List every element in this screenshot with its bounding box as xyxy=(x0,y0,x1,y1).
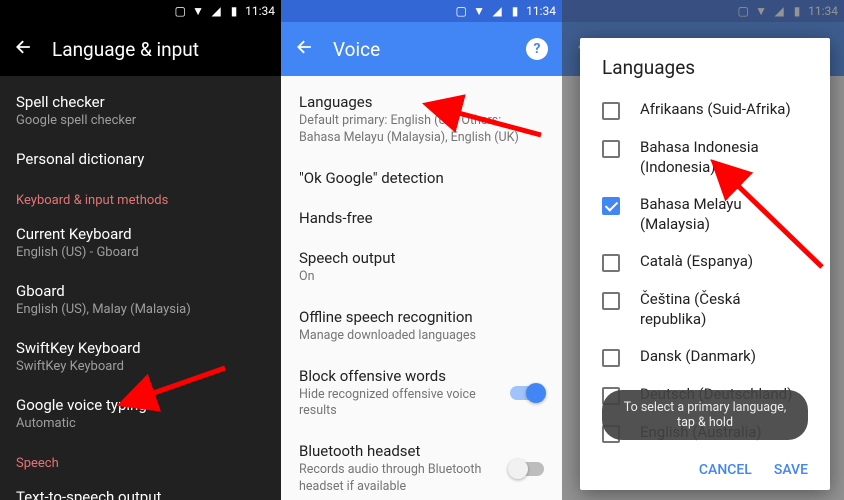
item-title: Block offensive words xyxy=(299,367,544,385)
status-bar: ▢ ▼ ◢ ▮ 11:34 xyxy=(0,0,281,22)
lang-cestina[interactable]: Čeština (Česká republika) xyxy=(580,281,830,338)
item-sub: Default primary: English (US) Others: Ba… xyxy=(299,113,544,147)
help-icon[interactable]: ? xyxy=(526,38,548,60)
wifi-icon: ▼ xyxy=(472,4,486,18)
languages-dialog: Languages Afrikaans (Suid-Afrika) Bahasa… xyxy=(580,38,830,490)
toggle-block-offensive[interactable] xyxy=(510,386,544,400)
item-sub: Manage downloaded languages xyxy=(299,328,544,345)
item-hands-free[interactable]: Hands-free xyxy=(281,198,562,238)
item-sub: English (US), Malay (Malaysia) xyxy=(16,302,265,317)
status-bar: ▢ ▼ ◢ ▮ 11:34 xyxy=(281,0,562,22)
item-title: SwiftKey Keyboard xyxy=(16,339,265,357)
checkbox[interactable] xyxy=(602,197,620,215)
save-button[interactable]: SAVE xyxy=(774,462,808,478)
item-title: Personal dictionary xyxy=(16,150,265,168)
lang-bahasa-indonesia[interactable]: Bahasa Indonesia (Indonesia) xyxy=(580,129,830,186)
toggle-bluetooth[interactable] xyxy=(510,462,544,476)
item-title: Gboard xyxy=(16,282,265,300)
item-title: Speech output xyxy=(299,249,544,267)
item-sub: English (US) - Gboard xyxy=(16,245,265,260)
page-title: Language & input xyxy=(52,38,199,61)
checkbox[interactable] xyxy=(602,349,620,367)
lang-catala[interactable]: Català (Espanya) xyxy=(580,243,830,281)
status-time: 11:34 xyxy=(245,4,275,18)
dialog-actions: CANCEL SAVE xyxy=(580,450,830,490)
item-title: Current Keyboard xyxy=(16,225,265,243)
item-title: Bluetooth headset xyxy=(299,442,544,460)
lang-label: Bahasa Indonesia (Indonesia) xyxy=(640,138,808,177)
back-icon[interactable] xyxy=(295,37,315,62)
lang-bahasa-melayu[interactable]: Bahasa Melayu (Malaysia) xyxy=(580,186,830,243)
item-languages[interactable]: Languages Default primary: English (US) … xyxy=(281,82,562,158)
lang-label: Čeština (Česká republika) xyxy=(640,290,808,329)
toolbar: Language & input xyxy=(0,22,281,76)
item-title: "Ok Google" detection xyxy=(299,169,544,187)
checkbox[interactable] xyxy=(602,102,620,120)
item-sub: On xyxy=(299,269,544,286)
dialog-title: Languages xyxy=(580,38,830,91)
lang-label: Català (Espanya) xyxy=(640,252,753,272)
item-title: Text-to-speech output xyxy=(16,488,265,500)
cast-icon: ▢ xyxy=(454,4,468,18)
cast-icon: ▢ xyxy=(173,4,187,18)
lang-label: Bahasa Melayu (Malaysia) xyxy=(640,195,808,234)
checkbox[interactable] xyxy=(602,140,620,158)
item-sub: SwiftKey Keyboard xyxy=(16,359,265,374)
item-current-keyboard[interactable]: Current Keyboard English (US) - Gboard xyxy=(0,214,281,271)
item-title: Languages xyxy=(299,93,544,111)
item-bluetooth-headset[interactable]: Bluetooth headset Records audio through … xyxy=(281,431,562,500)
voice-settings-screen: ▢ ▼ ◢ ▮ 11:34 Voice ? Languages Default … xyxy=(281,0,562,500)
settings-language-input-screen: ▢ ▼ ◢ ▮ 11:34 Language & input Spell che… xyxy=(0,0,281,500)
wifi-icon: ▼ xyxy=(191,4,205,18)
item-offline-speech[interactable]: Offline speech recognition Manage downlo… xyxy=(281,297,562,356)
item-title: Offline speech recognition xyxy=(299,308,544,326)
item-google-voice-typing[interactable]: Google voice typing Automatic xyxy=(0,385,281,442)
item-gboard[interactable]: Gboard English (US), Malay (Malaysia) xyxy=(0,271,281,328)
item-sub: Hide recognized offensive voice results xyxy=(299,387,544,421)
item-title: Hands-free xyxy=(299,209,544,227)
back-icon[interactable] xyxy=(14,37,34,62)
section-header-speech: Speech xyxy=(0,442,281,477)
toolbar: Voice ? xyxy=(281,22,562,76)
item-block-offensive[interactable]: Block offensive words Hide recognized of… xyxy=(281,356,562,432)
item-personal-dictionary[interactable]: Personal dictionary xyxy=(0,139,281,179)
signal-icon: ◢ xyxy=(209,4,223,18)
checkbox[interactable] xyxy=(602,292,620,310)
voice-settings-list: Languages Default primary: English (US) … xyxy=(281,76,562,500)
lang-label: Afrikaans (Suid-Afrika) xyxy=(640,100,791,120)
status-time: 11:34 xyxy=(526,4,556,18)
language-picker-screen: ▢ ▼ ◢ ▮ 11:34 ? LanguagesDefault primary… xyxy=(562,0,844,500)
item-title: Spell checker xyxy=(16,93,265,111)
item-swiftkey[interactable]: SwiftKey Keyboard SwiftKey Keyboard xyxy=(0,328,281,385)
item-spell-checker[interactable]: Spell checker Google spell checker xyxy=(0,82,281,139)
lang-afrikaans[interactable]: Afrikaans (Suid-Afrika) xyxy=(580,91,830,129)
cancel-button[interactable]: CANCEL xyxy=(699,462,752,478)
battery-icon: ▮ xyxy=(227,4,241,18)
signal-icon: ◢ xyxy=(490,4,504,18)
lang-dansk[interactable]: Dansk (Danmark) xyxy=(580,338,830,376)
section-header-keyboard: Keyboard & input methods xyxy=(0,179,281,214)
settings-list: Spell checker Google spell checker Perso… xyxy=(0,76,281,500)
item-sub: Automatic xyxy=(16,416,265,431)
lang-label: Dansk (Danmark) xyxy=(640,347,756,367)
item-speech-output[interactable]: Speech output On xyxy=(281,238,562,297)
item-tts-output[interactable]: Text-to-speech output xyxy=(0,477,281,500)
toast-hint: To select a primary language, tap & hold xyxy=(602,390,808,440)
item-title: Google voice typing xyxy=(16,396,265,414)
item-sub: Google spell checker xyxy=(16,113,265,128)
checkbox[interactable] xyxy=(602,254,620,272)
item-ok-google[interactable]: "Ok Google" detection xyxy=(281,158,562,198)
page-title: Voice xyxy=(333,38,380,61)
battery-icon: ▮ xyxy=(508,4,522,18)
